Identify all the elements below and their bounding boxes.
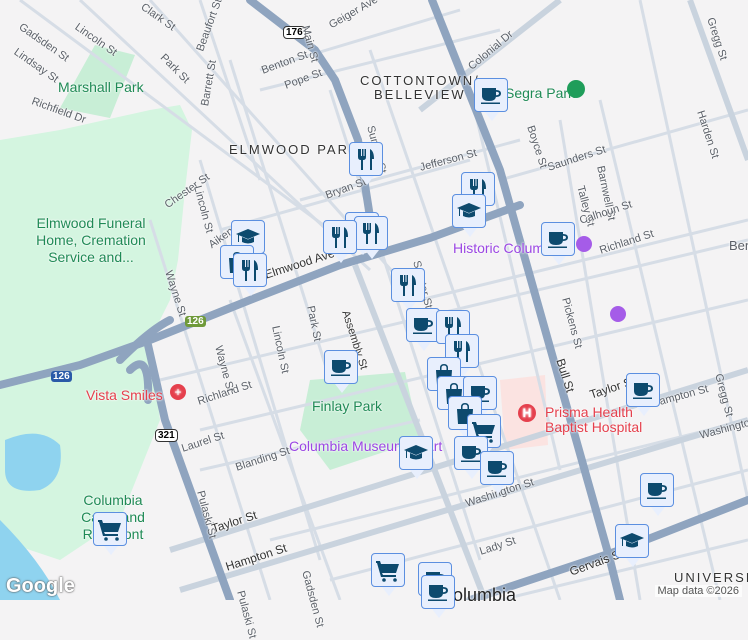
park-label[interactable]: Elmwood Funeral Home, Cremation Service … — [36, 215, 146, 266]
poi-vista-smiles[interactable]: Vista Smiles — [86, 387, 163, 404]
park-icon[interactable] — [567, 80, 585, 98]
coffee-icon — [647, 483, 667, 499]
poi-prisma-health[interactable]: Baptist Hospital — [545, 419, 642, 436]
coffee-marker[interactable] — [640, 473, 674, 516]
coffee-icon — [481, 88, 501, 104]
shopping-cart-marker[interactable] — [371, 553, 405, 596]
neighborhood-label: UNIVERSITY — [674, 570, 748, 585]
us321-road — [144, 341, 234, 600]
coffee-icon — [548, 232, 568, 248]
school-icon — [404, 445, 428, 460]
restaurant-marker[interactable] — [349, 142, 383, 185]
restaurant-icon — [358, 149, 374, 170]
shopping-cart-icon — [376, 561, 399, 582]
dentist-icon[interactable]: + — [170, 384, 186, 400]
i126-shield: 126 — [51, 371, 72, 382]
google-logo: Google — [6, 575, 75, 597]
park-label[interactable]: Finlay Park — [312, 398, 382, 415]
i126-shield: 126 — [185, 316, 206, 327]
museum-icon[interactable] — [610, 306, 626, 322]
school-icon — [620, 533, 644, 548]
coffee-marker[interactable] — [406, 308, 440, 351]
coffee-icon — [413, 318, 433, 334]
restaurant-icon — [400, 275, 416, 296]
us-321-shield: 321 — [155, 429, 178, 442]
neighborhood-label: ELMWOOD PARK — [229, 142, 360, 157]
coffee-icon — [487, 461, 507, 477]
school-marker[interactable] — [615, 524, 649, 567]
school-marker[interactable] — [452, 194, 486, 237]
neighborhood-label: BELLEVIEW — [374, 87, 466, 102]
neighborhood-label: COTTONTOWN/ — [360, 73, 480, 88]
coffee-marker[interactable] — [421, 575, 455, 618]
park-label[interactable]: Marshall Park — [58, 79, 144, 96]
map-attribution[interactable]: Map data ©2026 — [654, 585, 742, 597]
restaurant-icon — [332, 227, 348, 248]
restaurant-marker[interactable] — [323, 220, 357, 263]
shopping-cart-icon — [98, 520, 121, 541]
park-label[interactable]: Segra Park — [505, 85, 575, 102]
coffee-marker[interactable] — [626, 373, 660, 416]
coffee-marker[interactable] — [480, 451, 514, 494]
coffee-icon — [428, 585, 448, 601]
restaurant-icon — [363, 223, 379, 244]
coffee-icon — [331, 360, 351, 376]
coffee-marker[interactable] — [324, 350, 358, 393]
restaurant-marker[interactable] — [354, 216, 388, 259]
museum-icon[interactable] — [576, 236, 592, 252]
restaurant-icon — [242, 260, 258, 281]
shopping-cart-marker[interactable] — [93, 512, 127, 555]
coffee-marker[interactable] — [474, 78, 508, 121]
coffee-icon — [633, 383, 653, 399]
harden-st-road — [687, 0, 748, 162]
coffee-marker[interactable] — [541, 222, 575, 265]
hospital-icon[interactable]: H — [518, 404, 536, 422]
school-marker[interactable] — [399, 436, 433, 479]
school-icon — [457, 203, 481, 218]
neighborhood-label: Ben — [729, 238, 748, 253]
restaurant-marker[interactable] — [391, 268, 425, 311]
restaurant-marker[interactable] — [233, 253, 267, 296]
